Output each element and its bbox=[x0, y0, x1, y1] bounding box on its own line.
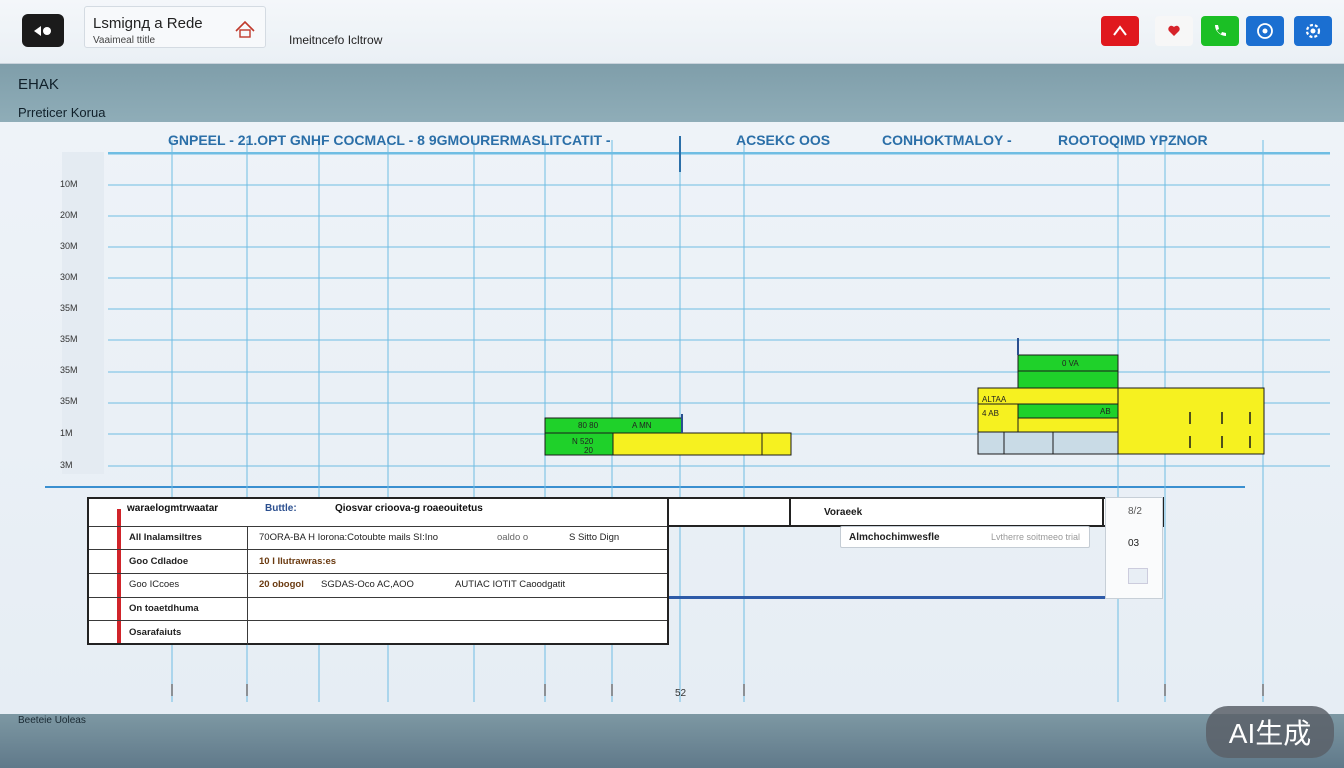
red-alert-button[interactable] bbox=[1101, 16, 1139, 46]
ai-generated-badge: AI生成 bbox=[1206, 706, 1334, 758]
table-accent-bar bbox=[117, 509, 121, 643]
row-cell: oaldo o bbox=[497, 532, 529, 543]
top-info-text: Imeitncefo Icltrow bbox=[289, 33, 383, 47]
x-tick-label: 52 bbox=[675, 688, 687, 699]
gantt-bar-green bbox=[1017, 370, 1119, 389]
search-value: Almchochimwesfle bbox=[849, 532, 940, 543]
gantt-bar-empty bbox=[977, 431, 1119, 455]
row-cell: SGDAS-Oco AC,AOO bbox=[321, 579, 414, 590]
y-tick-label: 20M bbox=[60, 210, 78, 220]
page-title: EHAK bbox=[18, 76, 59, 93]
y-tick-label: 35M bbox=[60, 334, 78, 344]
table-header: Qiosvar crioova-g roaeouitetus bbox=[335, 503, 483, 514]
column-header: ACSEKC OOS bbox=[736, 132, 831, 148]
bar-label: 80 80 bbox=[578, 421, 599, 430]
blue-gear-button[interactable] bbox=[1294, 16, 1332, 46]
row-cell: 10 I Ilutrawras:es bbox=[259, 556, 337, 567]
row-label: Osarafaiuts bbox=[129, 627, 182, 638]
heart-flag-icon bbox=[1168, 25, 1180, 36]
heart-flag-button[interactable] bbox=[1155, 16, 1193, 46]
bar-label: AB bbox=[1100, 407, 1111, 416]
app-logo-icon[interactable] bbox=[22, 14, 64, 47]
table-header: waraelogmtrwaatar bbox=[127, 503, 219, 514]
footer-bar: Beeteie Uoleas bbox=[0, 714, 1344, 768]
status-text: Beeteie Uoleas bbox=[18, 715, 86, 726]
side-box[interactable] bbox=[1128, 568, 1148, 584]
data-table: waraelogmtrwaatar Buttle: Qiosvar crioov… bbox=[87, 497, 669, 645]
y-tick-label: 30M bbox=[60, 241, 78, 251]
table-header: Voraeek bbox=[824, 507, 863, 518]
main-panel: 80 80 A MN N 520 20 0 VA ALTAA 4 AB AB GNPEEL -… bbox=[0, 122, 1344, 714]
y-tick-label: 3M bbox=[60, 460, 73, 470]
bar-label: N 520 bbox=[572, 437, 594, 446]
column-header: GNPEEL - 21.OPT GNHF COCMACL - 8 9GMOURE… bbox=[168, 132, 611, 148]
table-extension: Voraeek bbox=[669, 497, 1164, 527]
y-tick-label: 35M bbox=[60, 365, 78, 375]
row-cell: S Sitto Dign bbox=[569, 532, 620, 543]
bar-label: ALTAA bbox=[982, 395, 1007, 404]
header-band: EHAK Prreticer Korua bbox=[0, 64, 1344, 122]
y-tick-label: 35M bbox=[60, 303, 78, 313]
row-label: All Inalamsiltres bbox=[129, 532, 202, 543]
phone-icon bbox=[1215, 25, 1226, 36]
gantt-bar-yellow bbox=[1017, 417, 1119, 433]
y-tick-label: 1M bbox=[60, 428, 73, 438]
row-cell: 20 obogol bbox=[259, 579, 304, 590]
network-icon bbox=[1257, 23, 1273, 39]
row-label: Goo Cdladoe bbox=[129, 556, 189, 567]
bar-label: 20 bbox=[584, 446, 593, 455]
bar-label: 4 AB bbox=[982, 409, 999, 418]
alert-icon bbox=[1113, 25, 1127, 36]
y-tick-label: 30M bbox=[60, 272, 78, 282]
y-axis-strip bbox=[62, 152, 104, 474]
row-cell: AUTIAC IOTIT Caoodgatit bbox=[455, 579, 566, 590]
gantt-bar-yellow bbox=[1117, 387, 1265, 455]
bar-label: 0 VA bbox=[1062, 359, 1079, 368]
tab-subtitle: Vaaimeal ttitle bbox=[93, 35, 156, 46]
search-input[interactable]: Almchochimwesfle Lvtherre soitmeeo trial bbox=[840, 526, 1090, 548]
gear-icon bbox=[1305, 23, 1321, 39]
bar-label: A MN bbox=[632, 421, 652, 430]
green-phone-button[interactable] bbox=[1201, 16, 1239, 46]
column-header: ROOTOQIMD YPZNOR bbox=[1058, 132, 1208, 148]
row-cell: 70ORA-BA H Iorona:Cotoubte mails SI:Ino bbox=[259, 532, 439, 543]
side-label: 03 bbox=[1128, 538, 1140, 549]
y-tick-label: 35M bbox=[60, 396, 78, 406]
gantt-bar-yellow bbox=[612, 432, 792, 456]
gantt-bar-green bbox=[544, 417, 683, 434]
side-widget[interactable]: 8/2 03 bbox=[1105, 497, 1163, 599]
table-header: Buttle: bbox=[265, 503, 297, 514]
column-header: CONHOKTMALOY - bbox=[882, 132, 1012, 148]
y-tick-label: 10M bbox=[60, 179, 78, 189]
active-tab[interactable]: Lsmignд a Rede Vaaimeal ttitle bbox=[84, 6, 266, 48]
row-label: On toaetdhuma bbox=[129, 603, 199, 614]
search-placeholder: Lvtherre soitmeeo trial bbox=[991, 532, 1081, 542]
pager-text: 8/2 bbox=[1128, 506, 1142, 517]
tab-title: Lsmignд a Rede bbox=[93, 15, 203, 32]
home-icon bbox=[235, 20, 255, 38]
row-label: Goo ICcoes bbox=[129, 579, 180, 590]
top-bar: Lsmignд a Rede Vaaimeal ttitle Imeitncef… bbox=[0, 0, 1344, 64]
blue-network-button[interactable] bbox=[1246, 16, 1284, 46]
table-underline bbox=[669, 596, 1105, 599]
page-subtitle: Prreticer Korua bbox=[18, 105, 106, 120]
